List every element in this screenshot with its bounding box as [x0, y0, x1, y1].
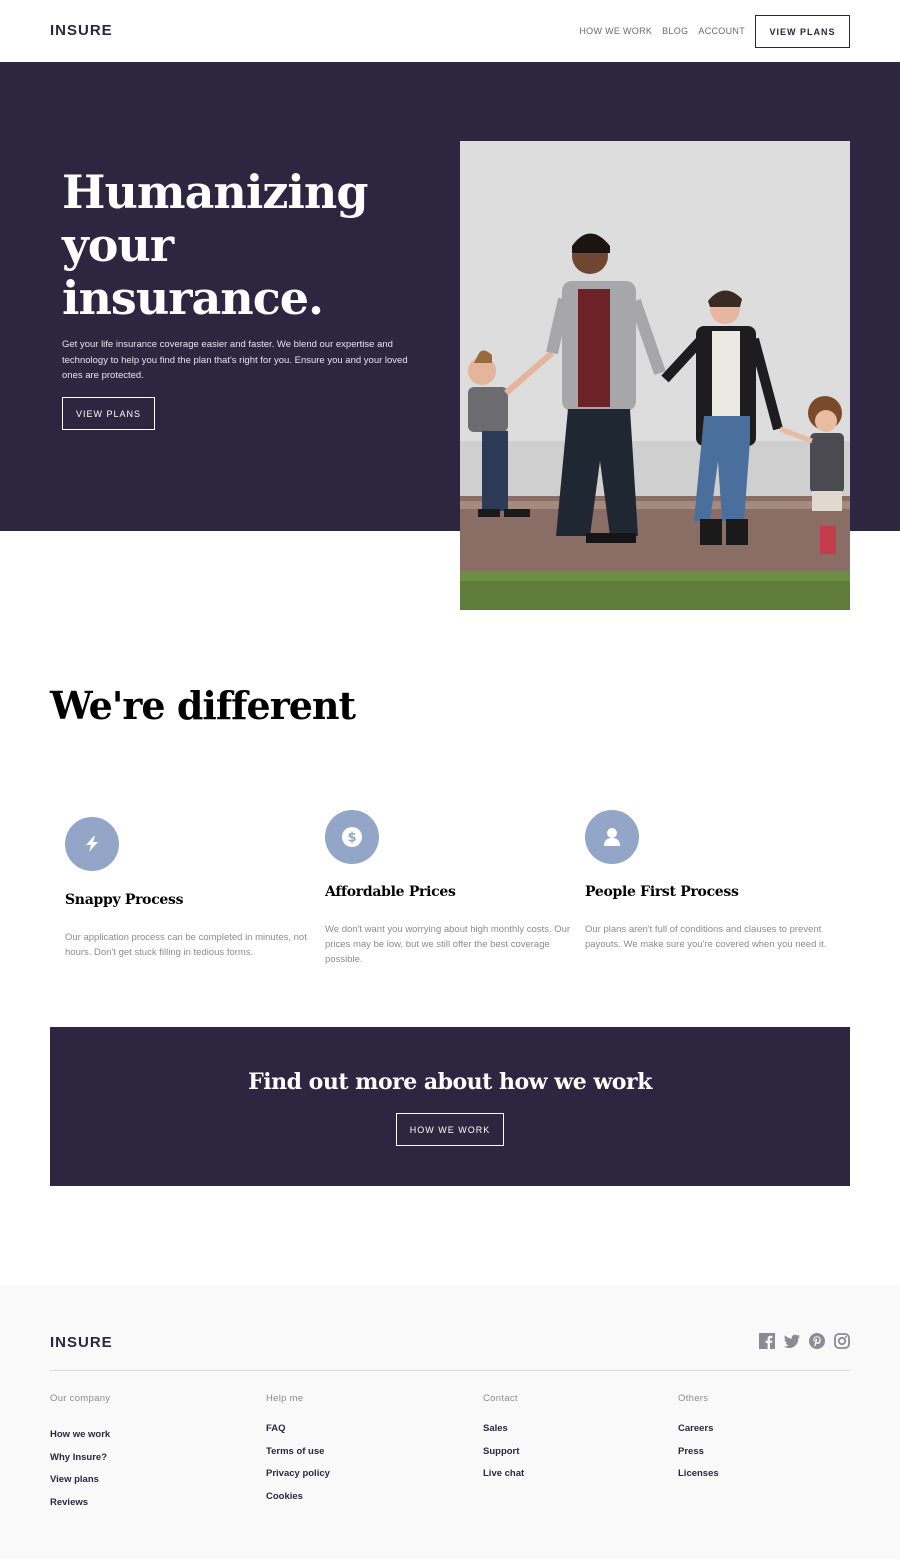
footer-link[interactable]: Live chat: [483, 1463, 524, 1486]
footer-link[interactable]: Cookies: [266, 1486, 330, 1509]
how-we-work-banner: Find out more about how we work HOW WE W…: [50, 1027, 850, 1186]
footer-link[interactable]: Press: [678, 1441, 719, 1464]
footer-link[interactable]: Licenses: [678, 1463, 719, 1486]
view-plans-button[interactable]: VIEW PLANS: [755, 15, 850, 48]
footer-column-heading: Our company: [50, 1393, 111, 1404]
main-nav: HOW WE WORK BLOG ACCOUNT: [579, 26, 745, 36]
footer-column-our-company: Our company How we work Why Insure? View…: [50, 1393, 110, 1514]
nav-account[interactable]: ACCOUNT: [698, 26, 745, 36]
feature-snappy-process: Snappy Process Our application process c…: [65, 817, 315, 960]
footer-column-heading: Contact: [483, 1393, 518, 1404]
feature-affordable-prices: $ Affordable Prices We don't want you wo…: [325, 810, 575, 967]
nav-how-we-work[interactable]: HOW WE WORK: [579, 26, 652, 36]
footer-column-contact: Contact Sales Support Live chat: [483, 1393, 524, 1486]
section-title-different: We're different: [50, 683, 356, 728]
instagram-icon[interactable]: [834, 1333, 850, 1349]
footer-divider: [50, 1370, 850, 1371]
nav-blog[interactable]: BLOG: [662, 26, 688, 36]
footer-column-heading: Others: [678, 1393, 709, 1404]
feature-title: Snappy Process: [65, 892, 184, 908]
footer-link[interactable]: View plans: [50, 1469, 110, 1492]
feature-title: Affordable Prices: [325, 884, 456, 900]
banner-title: Find out more about how we work: [248, 1069, 652, 1095]
site-header: INSURE HOW WE WORK BLOG ACCOUNT VIEW PLA…: [0, 0, 900, 62]
footer-link[interactable]: Reviews: [50, 1492, 110, 1515]
feature-text: We don't want you worrying about high mo…: [325, 924, 571, 965]
hero-family-photo: [460, 141, 850, 610]
footer-link[interactable]: Terms of use: [266, 1441, 330, 1464]
lightning-icon: [65, 817, 119, 871]
footer-column-heading: Help me: [266, 1393, 304, 1404]
footer-link[interactable]: Support: [483, 1441, 524, 1464]
footer-link[interactable]: How we work: [50, 1424, 110, 1447]
feature-text: Our plans aren't full of conditions and …: [585, 924, 827, 950]
footer-column-help-me: Help me FAQ Terms of use Privacy policy …: [266, 1393, 330, 1508]
hero-view-plans-button[interactable]: VIEW PLANS: [62, 397, 155, 430]
footer-link[interactable]: Sales: [483, 1418, 524, 1441]
pinterest-icon[interactable]: [809, 1333, 825, 1349]
dollar-icon: $: [325, 810, 379, 864]
hero-description: Get your life insurance coverage easier …: [62, 339, 408, 381]
feature-text: Our application process can be completed…: [65, 932, 307, 958]
logo[interactable]: INSURE: [50, 22, 113, 39]
footer-logo[interactable]: INSURE: [50, 1334, 113, 1351]
hero-title: Humanizing your insurance.: [62, 165, 369, 325]
footer-link[interactable]: Why Insure?: [50, 1447, 110, 1470]
twitter-icon[interactable]: [784, 1333, 800, 1349]
facebook-icon[interactable]: [759, 1333, 775, 1349]
footer-link[interactable]: FAQ: [266, 1418, 330, 1441]
person-icon: [585, 810, 639, 864]
svg-text:$: $: [347, 831, 356, 846]
site-footer: INSURE Our company How we work Why Insur…: [0, 1285, 900, 1559]
feature-people-first: People First Process Our plans aren't fu…: [585, 810, 835, 952]
how-we-work-button[interactable]: HOW WE WORK: [396, 1113, 504, 1146]
footer-column-others: Others Careers Press Licenses: [678, 1393, 719, 1486]
footer-link[interactable]: Careers: [678, 1418, 719, 1441]
footer-link[interactable]: Privacy policy: [266, 1463, 330, 1486]
feature-title: People First Process: [585, 884, 739, 900]
social-links: [759, 1333, 850, 1349]
